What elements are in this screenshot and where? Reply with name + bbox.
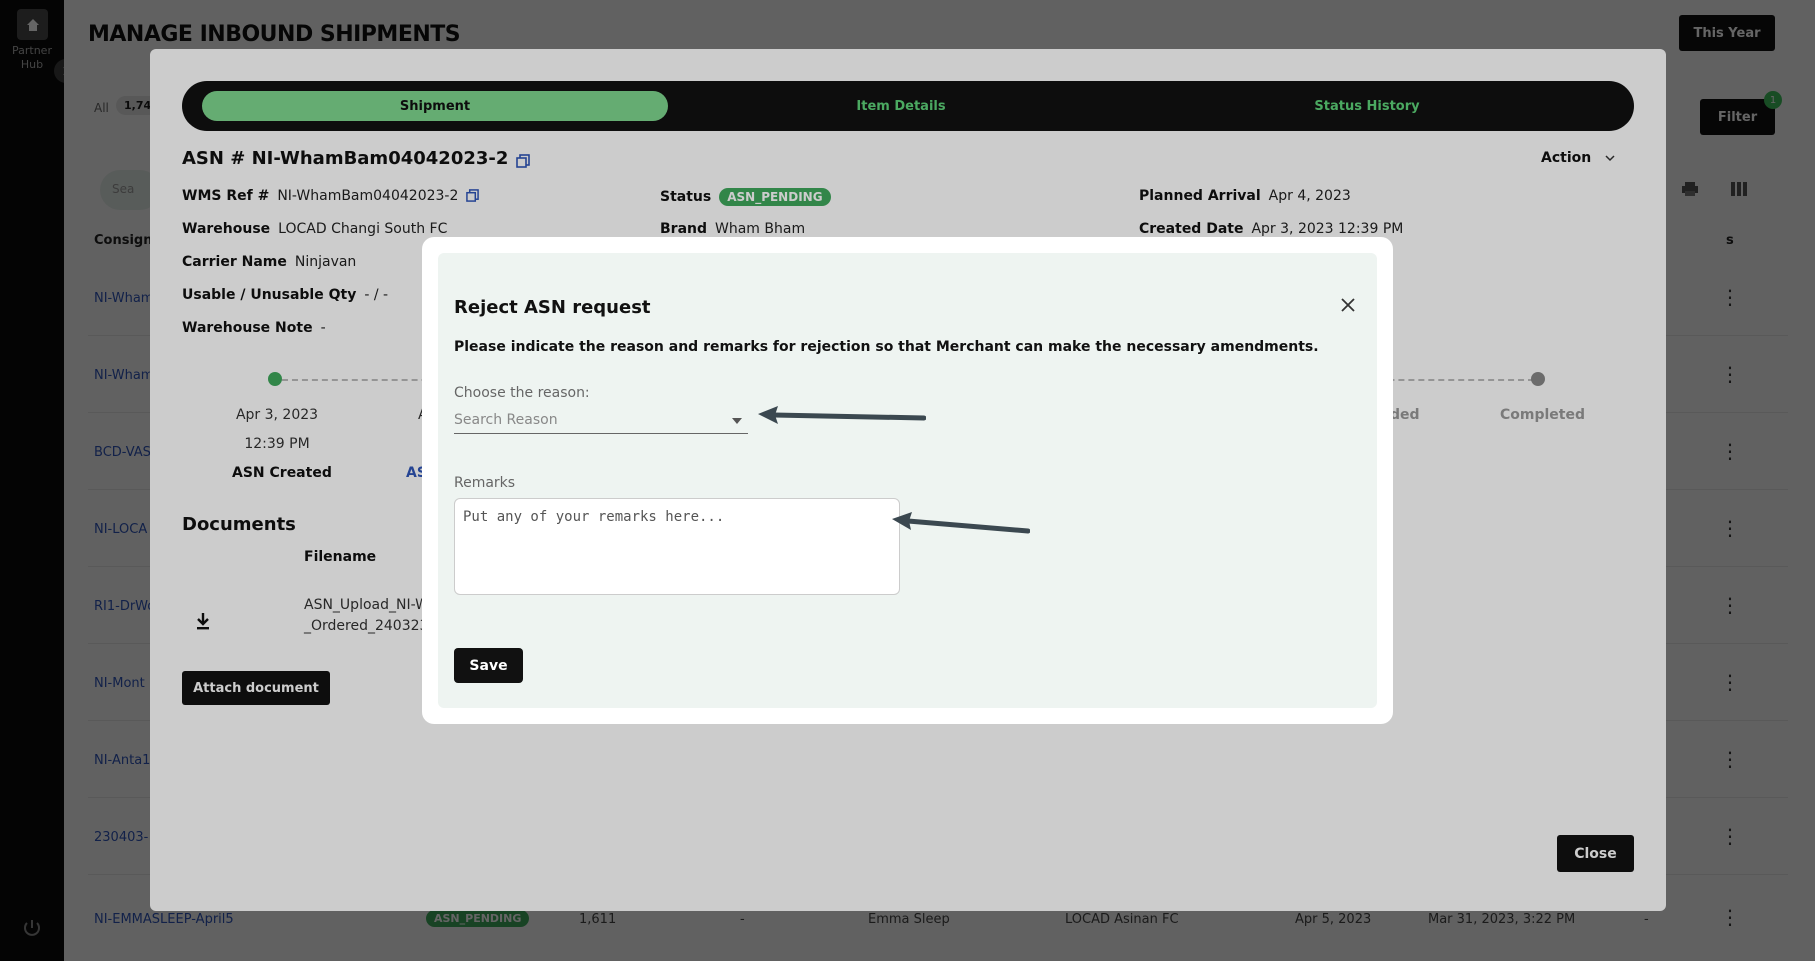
reason-placeholder: Search Reason — [454, 412, 558, 428]
reject-modal-instructions: Please indicate the reason and remarks f… — [454, 339, 1319, 355]
annotation-arrow-icon — [758, 406, 926, 424]
reason-label: Choose the reason: — [454, 385, 590, 401]
save-button[interactable]: Save — [454, 648, 523, 683]
reason-select[interactable]: Search Reason — [454, 406, 748, 434]
remarks-textarea[interactable] — [454, 498, 900, 595]
close-icon[interactable] — [1340, 297, 1356, 317]
reject-modal-title: Reject ASN request — [454, 297, 651, 318]
annotation-arrow-icon — [892, 512, 1030, 534]
reject-asn-modal: Reject ASN request Please indicate the r… — [422, 237, 1393, 724]
caret-down-icon — [732, 418, 742, 424]
reject-asn-panel: Reject ASN request Please indicate the r… — [438, 253, 1377, 708]
remarks-label: Remarks — [454, 475, 516, 491]
